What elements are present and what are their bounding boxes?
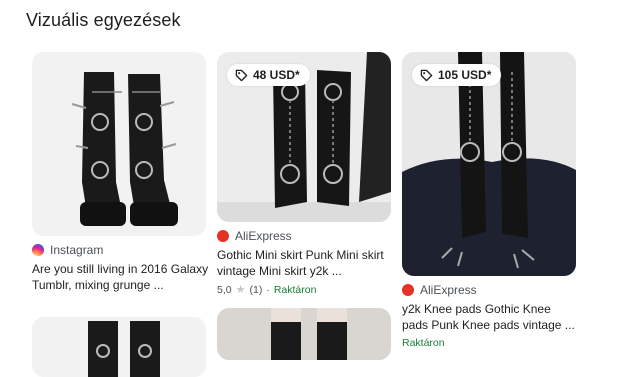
star-icon: ★ <box>235 284 246 296</box>
source-name: Instagram <box>50 243 104 257</box>
result-meta-3: Raktáron <box>402 337 576 349</box>
title-line: y2k Knee pads Gothic Knee <box>402 302 551 316</box>
result-title-3[interactable]: y2k Knee pads Gothic Knee pads Punk Knee… <box>402 301 582 333</box>
gothic-boots-image <box>32 52 206 236</box>
result-image-2[interactable]: 48 USD* <box>217 52 391 222</box>
price-badge: 105 USD* <box>412 64 502 86</box>
result-meta-2: 5,0 ★ (1) · Raktáron <box>217 283 391 297</box>
result-source-2[interactable]: AliExpress <box>217 228 391 244</box>
stock-status: Raktáron <box>402 337 445 349</box>
source-name: AliExpress <box>235 229 292 243</box>
aliexpress-icon <box>217 230 229 242</box>
result-image-5[interactable] <box>217 308 391 360</box>
result-card-1[interactable]: Instagram Are you still living in 2016 G… <box>32 52 208 377</box>
result-image-4[interactable] <box>32 317 206 377</box>
review-count: (1) <box>249 283 263 296</box>
result-card-3[interactable]: 105 USD* AliExpress y2k Knee pads Gothic… <box>402 52 576 349</box>
aliexpress-icon <box>402 284 414 296</box>
stock-status: Raktáron <box>273 283 317 296</box>
result-image-3[interactable]: 105 USD* <box>402 52 576 276</box>
rating-value: 5,0 <box>217 283 232 296</box>
price-badge: 48 USD* <box>227 64 310 86</box>
result-card-2[interactable]: 48 USD* AliExpress Gothic Mini skirt Pun… <box>217 52 391 360</box>
instagram-icon <box>32 244 44 256</box>
source-name: AliExpress <box>420 283 477 297</box>
title-line: pads Punk Knee pads vintage ... <box>402 318 575 332</box>
result-source-3[interactable]: AliExpress <box>402 282 576 298</box>
result-image-1[interactable] <box>32 52 206 236</box>
title-line: Are you still living in 2016 Galaxy <box>32 262 209 276</box>
tag-icon <box>420 69 433 81</box>
meta-separator: · <box>266 283 270 296</box>
result-source-1[interactable]: Instagram <box>32 242 206 258</box>
leg-warmers-partial-image <box>217 308 391 360</box>
boots-partial-image <box>32 317 206 377</box>
price-label: 105 USD* <box>438 68 492 82</box>
result-title-2[interactable]: Gothic Mini skirt Punk Mini skirt vintag… <box>217 247 397 279</box>
tag-icon <box>235 69 248 81</box>
price-label: 48 USD* <box>253 68 300 82</box>
result-title-1[interactable]: Are you still living in 2016 Galaxy Tumb… <box>32 261 212 293</box>
title-line: vintage Mini skirt y2k ... <box>217 264 342 278</box>
title-line: Tumblr, mixing grunge ... <box>32 278 164 292</box>
title-line: Gothic Mini skirt Punk Mini skirt <box>217 248 384 262</box>
section-title: Vizuális egyezések <box>26 10 181 30</box>
